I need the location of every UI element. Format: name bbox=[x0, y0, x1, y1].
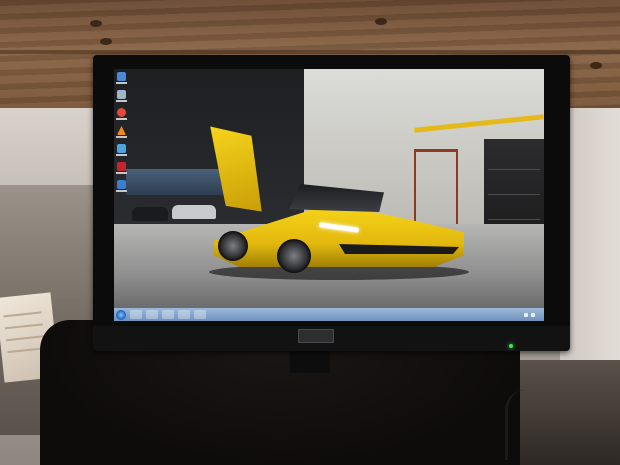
explorer-icon[interactable] bbox=[146, 310, 158, 319]
paper-line bbox=[4, 323, 43, 330]
volume-icon[interactable] bbox=[531, 312, 535, 317]
network-icon[interactable] bbox=[524, 312, 528, 317]
icon-caption bbox=[116, 100, 127, 102]
chrome-icon bbox=[117, 108, 126, 117]
desktop-icon-5[interactable] bbox=[116, 162, 127, 176]
desktop-icon-4[interactable] bbox=[116, 144, 127, 158]
folder-icon bbox=[117, 180, 126, 189]
vlc-icon bbox=[117, 126, 126, 135]
system-tray bbox=[524, 312, 538, 317]
wallpaper-bg-car bbox=[132, 207, 168, 221]
chrome-icon[interactable] bbox=[178, 310, 190, 319]
pdf-icon bbox=[117, 162, 126, 171]
power-led[interactable] bbox=[509, 344, 513, 348]
car-wheel bbox=[277, 239, 311, 273]
desktop-icon-2[interactable] bbox=[116, 108, 127, 122]
icon-caption bbox=[116, 118, 127, 120]
monitor bbox=[93, 55, 570, 351]
icon-caption bbox=[116, 190, 127, 192]
car-wheel bbox=[218, 231, 248, 261]
wood-knot bbox=[100, 38, 112, 45]
taskbar bbox=[114, 308, 544, 321]
wallpaper-bg-car bbox=[172, 205, 216, 219]
cabinet-drawer bbox=[488, 169, 540, 170]
desktop-icon-column bbox=[116, 72, 130, 232]
paper-line bbox=[3, 311, 42, 318]
ie-icon[interactable] bbox=[130, 310, 142, 319]
icon-caption bbox=[116, 154, 127, 156]
icon-caption bbox=[116, 172, 127, 174]
cabinet-drawer bbox=[488, 194, 540, 195]
photo-scene bbox=[0, 0, 620, 465]
icon-caption bbox=[116, 136, 127, 138]
app-icon bbox=[117, 144, 126, 153]
wood-knot bbox=[375, 18, 387, 25]
desktop-screen bbox=[114, 69, 544, 321]
paper-line bbox=[6, 335, 45, 342]
computer-icon bbox=[117, 72, 126, 81]
desktop-icon-1[interactable] bbox=[116, 90, 127, 104]
media-icon[interactable] bbox=[162, 310, 174, 319]
wood-knot bbox=[590, 62, 602, 69]
wood-knot bbox=[90, 20, 102, 27]
monitor-brand-logo bbox=[298, 329, 334, 343]
recycle-bin-icon bbox=[117, 90, 126, 99]
desktop-icon-3[interactable] bbox=[116, 126, 127, 140]
icon-caption bbox=[116, 82, 127, 84]
desktop-icon-0[interactable] bbox=[116, 72, 127, 86]
app-icon[interactable] bbox=[194, 310, 206, 319]
start-button[interactable] bbox=[116, 309, 126, 320]
monitor-stand bbox=[290, 351, 330, 373]
ceiling-beam bbox=[0, 50, 620, 54]
cabinet-drawer bbox=[488, 219, 540, 220]
monitor-cable bbox=[505, 390, 548, 460]
desktop-icon-6[interactable] bbox=[116, 180, 127, 194]
